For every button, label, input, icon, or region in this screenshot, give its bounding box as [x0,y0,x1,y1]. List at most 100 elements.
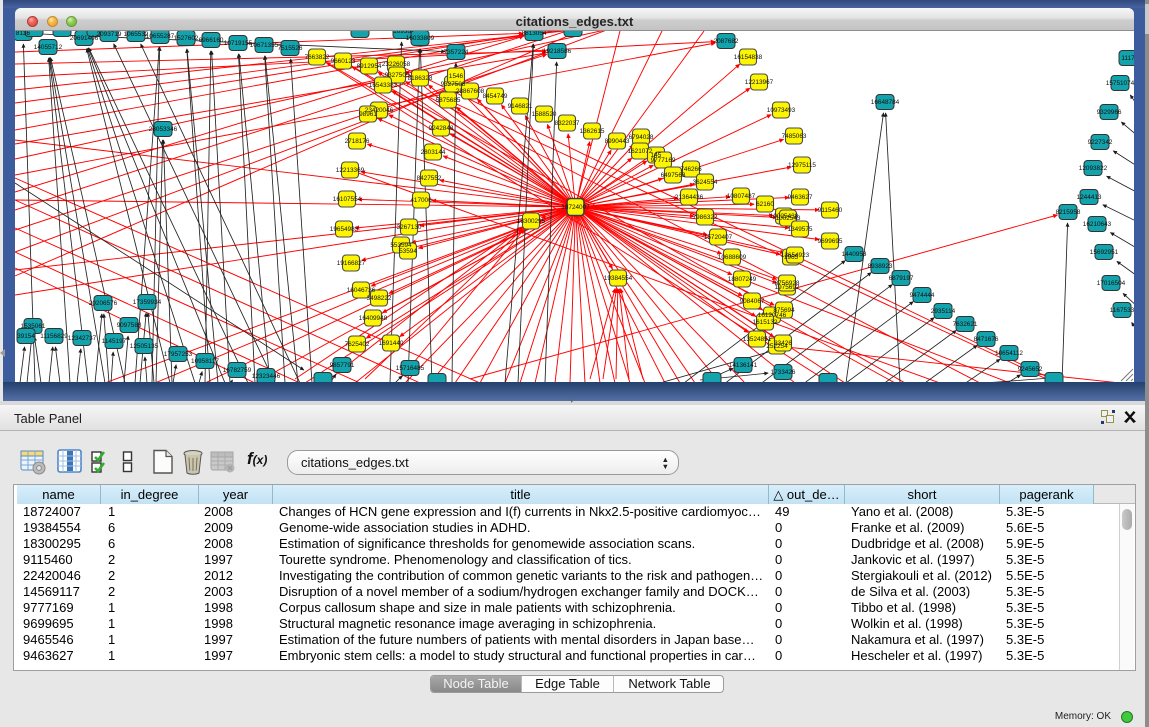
svg-text:13654923: 13654923 [781,252,810,259]
svg-text:16046736: 16046736 [347,287,376,294]
svg-text:12323446: 12323446 [252,373,281,380]
svg-text:1362615: 1362615 [580,128,605,135]
svg-text:9327505: 9327505 [385,72,410,79]
svg-text:11156829: 11156829 [40,333,68,340]
svg-text:2093719: 2093719 [97,31,122,38]
svg-text:3267130: 3267130 [397,224,422,231]
svg-text:19654983: 19654983 [330,226,359,233]
svg-text:10654112: 10654112 [995,350,1023,357]
svg-text:16782759: 16782759 [223,367,252,374]
svg-text:9245652: 9245652 [1018,366,1043,373]
svg-text:16409948: 16409948 [359,315,388,322]
svg-text:8454749: 8454749 [483,93,508,100]
svg-text:9084067: 9084067 [740,298,765,305]
svg-text:9660123: 9660123 [331,58,356,65]
svg-text:8990443: 8990443 [605,138,630,145]
svg-text:39154: 39154 [17,333,35,340]
svg-text:12505135: 12505135 [130,343,159,350]
svg-text:8427552: 8427552 [417,175,442,182]
svg-text:1440953: 1440953 [842,251,867,258]
svg-text:6879197: 6879197 [889,275,914,282]
svg-text:19384554: 19384554 [604,275,633,282]
svg-text:8186328: 8186328 [408,75,433,82]
svg-text:8912954: 8912954 [357,63,382,70]
svg-text:9146821: 9146821 [508,103,533,110]
svg-text:1527602: 1527602 [174,35,199,42]
svg-text:16107554: 16107554 [333,196,362,203]
svg-text:17359934: 17359934 [133,299,162,306]
svg-text:19218586: 19218586 [543,48,572,55]
svg-text:8136: 8136 [16,31,31,37]
svg-text:16033809: 16033809 [406,35,435,42]
svg-text:9327508: 9327508 [441,81,466,88]
svg-text:1349575: 1349575 [788,226,813,233]
svg-text:18300295: 18300295 [517,218,546,225]
svg-text:33426: 33426 [774,340,792,347]
svg-text:6497568: 6497568 [661,172,686,179]
svg-text:3498222: 3498222 [367,295,392,302]
svg-text:10973493: 10973493 [767,107,796,114]
svg-text:9242848: 9242848 [429,125,454,132]
svg-text:8813054: 8813054 [522,31,547,37]
svg-text:7625402: 7625402 [345,341,370,348]
svg-text:17016504: 17016504 [1097,280,1126,287]
svg-text:53594: 53594 [399,248,417,255]
svg-text:7357224: 7357224 [444,49,469,56]
svg-text:98961: 98961 [359,111,377,118]
svg-text:9227342: 9227342 [1088,139,1113,146]
svg-text:1117: 1117 [1121,55,1134,62]
svg-text:10671355: 10671355 [250,42,279,49]
svg-text:417006: 417006 [410,197,432,204]
svg-text:19166827: 19166827 [337,260,366,267]
svg-text:9097588: 9097588 [117,322,142,329]
svg-text:1244413: 1244413 [1077,194,1102,201]
svg-text:18724007: 18724007 [561,204,590,211]
svg-text:875694: 875694 [773,307,795,314]
svg-text:12342737: 12342737 [68,335,97,342]
svg-text:12213967: 12213967 [745,79,774,86]
svg-text:21364436: 21364436 [675,194,704,201]
svg-text:9329966: 9329966 [1097,109,1122,116]
svg-text:1145197: 1145197 [102,338,127,345]
svg-text:1167533: 1167533 [1110,307,1134,314]
svg-text:1588520: 1588520 [532,111,557,118]
svg-text:6966160: 6966160 [199,37,224,44]
svg-text:8756928: 8756928 [775,280,800,287]
svg-text:15720407: 15720407 [704,234,733,241]
svg-text:2803144: 2803144 [421,149,446,156]
svg-text:17957253: 17957253 [164,351,193,358]
svg-text:1002543: 1002543 [776,215,801,222]
svg-text:9474444: 9474444 [910,292,935,299]
svg-text:1621072: 1621072 [628,148,653,155]
svg-text:16154838: 16154838 [734,54,763,61]
svg-text:20206576: 20206576 [89,300,118,307]
svg-text:1615132: 1615132 [753,319,778,326]
svg-text:14136141: 14136141 [729,362,758,369]
svg-text:16648784: 16648784 [871,99,900,106]
svg-text:15751074: 15751074 [1106,80,1134,87]
svg-text:1733426: 1733426 [771,369,796,376]
svg-text:8322037: 8322037 [555,120,580,127]
svg-text:9115460: 9115460 [818,207,843,214]
svg-text:13524851: 13524851 [743,336,772,343]
svg-text:2087682: 2087682 [714,38,739,45]
svg-text:1691440: 1691440 [379,340,404,347]
svg-text:9777169: 9777169 [651,157,676,164]
svg-text:7632621: 7632621 [953,321,978,328]
svg-text:2718176: 2718176 [345,138,370,145]
svg-text:9857791: 9857791 [330,362,355,369]
svg-text:7515526: 7515526 [278,45,303,52]
svg-text:15716485: 15716485 [396,365,425,372]
svg-text:8215958: 8215958 [1056,209,1081,216]
svg-text:62160: 62160 [756,201,774,208]
svg-text:10958117: 10958117 [191,358,219,365]
svg-text:1065532: 1065532 [124,31,149,38]
svg-text:9699695: 9699695 [818,238,843,245]
svg-text:1535061: 1535061 [21,323,46,330]
svg-text:5875685: 5875685 [436,97,461,104]
svg-text:2935114: 2935114 [931,308,956,315]
svg-text:16938: 16938 [393,31,411,35]
svg-text:23226058: 23226058 [382,61,411,68]
svg-text:3624554: 3624554 [693,179,718,186]
svg-text:12213369: 12213369 [336,167,365,174]
